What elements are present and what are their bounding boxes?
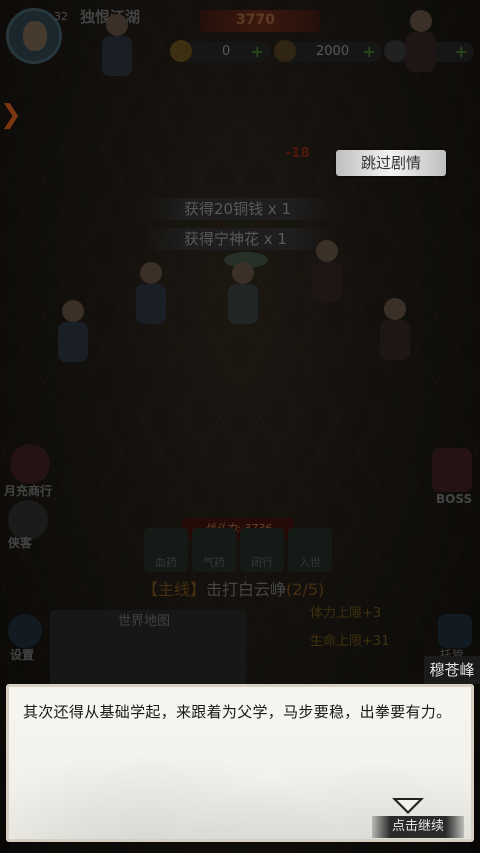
speaker-name: 穆苍峰 bbox=[424, 656, 480, 684]
skip-story-button[interactable]: 跳过剧情 bbox=[336, 150, 446, 176]
continue-button[interactable]: 点击继续 bbox=[372, 816, 464, 838]
dialogue-text: 其次还得从基础学起，来跟着为父学，马步要稳，出拳要有力。 bbox=[23, 703, 452, 721]
